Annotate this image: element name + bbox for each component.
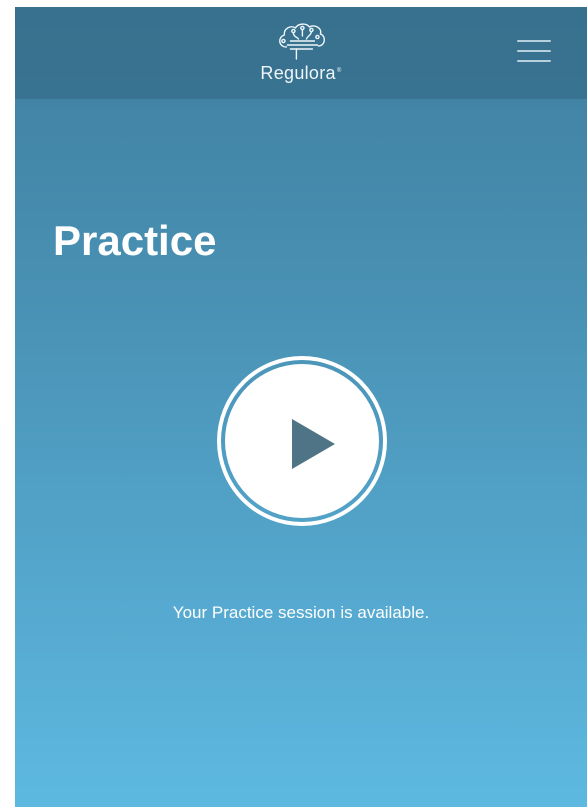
menu-line-middle bbox=[517, 50, 551, 52]
app-screen: Regulora® Practice Your Practice session… bbox=[15, 7, 587, 807]
play-button[interactable] bbox=[217, 356, 387, 526]
brand-label: Regulora bbox=[260, 63, 336, 83]
logo[interactable]: Regulora® bbox=[260, 19, 341, 84]
registered-mark: ® bbox=[336, 68, 342, 74]
menu-line-top bbox=[517, 40, 551, 42]
page-title: Practice bbox=[53, 217, 217, 264]
session-status-text: Your Practice session is available. bbox=[172, 603, 430, 622]
hamburger-menu-icon[interactable] bbox=[517, 38, 551, 64]
play-button-face bbox=[225, 364, 379, 518]
menu-line-bottom bbox=[517, 60, 551, 62]
brain-icon bbox=[278, 23, 325, 60]
header-bar: Regulora® bbox=[15, 7, 587, 99]
brand-name: Regulora® bbox=[260, 63, 341, 84]
play-icon bbox=[292, 419, 335, 469]
